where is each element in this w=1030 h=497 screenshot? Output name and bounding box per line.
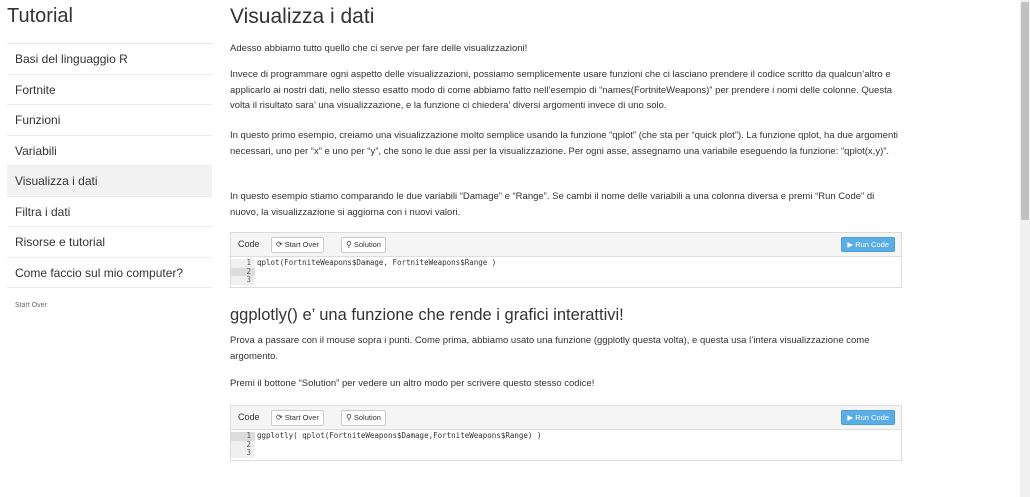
line-number: 1 — [231, 258, 255, 268]
sidebar: Tutorial Basi del linguaggio R Fortnite … — [0, 0, 216, 497]
run-code-label: Run Code — [855, 413, 889, 422]
paragraph-solution-hint: Premi il bottone “Solution” per vedere u… — [230, 378, 595, 389]
page-scrollbar[interactable] — [1020, 0, 1030, 497]
start-over-button[interactable]: ⟳ Start Over — [271, 237, 324, 253]
paragraph-ggplotly: Prova a passare con il mouse sopra i pun… — [230, 335, 870, 362]
page-title: Visualizza i dati — [230, 5, 375, 28]
start-over-label: Start Over — [284, 240, 319, 249]
editor-line: 2 — [231, 267, 901, 276]
code-panel-1: Code ⟳ Start Over ⚲ Solution ▶ Run Code 1q… — [230, 232, 902, 288]
sidebar-title: Tutorial — [7, 5, 73, 27]
editor-line: 1 ggplotly( qplot(FortniteWeapons$Damage,… — [231, 431, 901, 441]
scrollbar-thumb[interactable] — [1021, 2, 1029, 220]
section-title-ggplotly: ggplotly() e’ una funzione che rende i g… — [230, 306, 624, 324]
code-toolbar: Code ⟳ Start Over ⚲ Solution ▶ Run Code — [231, 233, 901, 257]
solution-label: Solution — [353, 413, 381, 422]
sidebar-item-variabili[interactable]: Variabili — [7, 136, 212, 166]
sidebar-item-funzioni[interactable]: Funzioni — [7, 105, 212, 136]
code-line: qplot(FortniteWeapons$Damage, FortniteWe… — [257, 258, 497, 267]
lightbulb-icon: ⚲ — [346, 240, 352, 249]
code-label: Code — [238, 412, 260, 422]
editor-line: 3 — [231, 448, 901, 458]
run-code-button[interactable]: ▶ Run Code — [841, 237, 895, 252]
sidebar-item-basi[interactable]: Basi del linguaggio R — [7, 44, 212, 75]
paragraph-functions: Invece di programmare ogni aspetto delle… — [230, 69, 893, 111]
play-icon: ▶ — [847, 413, 854, 422]
code-label: Code — [238, 239, 260, 249]
code-panel-2: Code ⟳ Start Over ⚲ Solution ▶ Run Code 1g… — [230, 405, 902, 461]
code-line: ggplotly( qplot(FortniteWeapons$Damage,F… — [257, 431, 542, 440]
run-code-button[interactable]: ▶ Run Code — [841, 410, 895, 425]
sidebar-item-fortnite[interactable]: Fortnite — [7, 75, 212, 105]
sidebar-item-computer[interactable]: Come faccio sul mio computer? — [7, 258, 212, 288]
line-number: 2 — [231, 440, 255, 449]
paragraph-compare: In questo esempio stiamo comparando le d… — [230, 191, 875, 218]
start-over-link[interactable]: Start Over — [15, 302, 47, 309]
sidebar-nav: Basi del linguaggio R Fortnite Funzioni … — [7, 43, 212, 288]
line-number: 3 — [231, 448, 255, 458]
paragraph-intro: Adesso abbiamo tutto quello che ci serve… — [230, 43, 528, 54]
refresh-icon: ⟳ — [276, 413, 283, 422]
lightbulb-icon: ⚲ — [346, 413, 352, 422]
line-number: 1 — [231, 431, 255, 441]
editor-line: 3 — [231, 275, 901, 285]
sidebar-item-filtra[interactable]: Filtra i dati — [7, 197, 212, 227]
code-toolbar: Code ⟳ Start Over ⚲ Solution ▶ Run Code — [231, 406, 901, 430]
editor-line: 1 qplot(FortniteWeapons$Damage, FortniteW… — [231, 258, 901, 268]
line-number: 3 — [231, 275, 255, 285]
code-editor[interactable]: 1 qplot(FortniteWeapons$Damage, FortniteW… — [231, 257, 901, 287]
start-over-button[interactable]: ⟳ Start Over — [271, 410, 324, 426]
paragraph-qplot: In questo primo esempio, creiamo una vis… — [230, 130, 899, 157]
editor-line: 2 — [231, 440, 901, 449]
solution-label: Solution — [353, 240, 381, 249]
solution-button[interactable]: ⚲ Solution — [341, 237, 386, 253]
play-icon: ▶ — [847, 240, 854, 249]
start-over-label: Start Over — [284, 413, 319, 422]
code-editor[interactable]: 1 ggplotly( qplot(FortniteWeapons$Damage,… — [231, 430, 901, 460]
refresh-icon: ⟳ — [276, 240, 283, 249]
line-number: 2 — [231, 267, 255, 276]
run-code-label: Run Code — [855, 240, 889, 249]
sidebar-item-visualizza[interactable]: Visualizza i dati — [7, 166, 212, 197]
sidebar-item-risorse[interactable]: Risorse e tutorial — [7, 227, 212, 258]
solution-button[interactable]: ⚲ Solution — [341, 410, 386, 426]
